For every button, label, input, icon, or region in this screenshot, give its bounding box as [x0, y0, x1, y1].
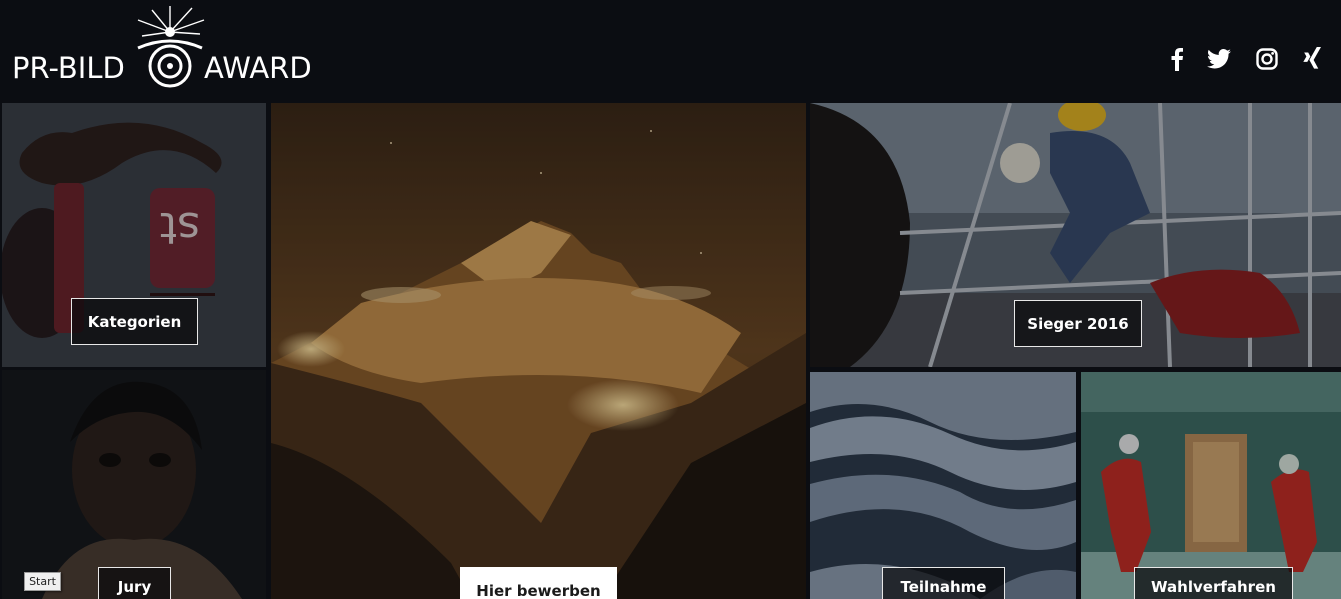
jury-button[interactable]: Jury	[98, 567, 171, 599]
hier-bewerben-button[interactable]: Hier bewerben	[460, 567, 617, 599]
teilnahme-overlay	[810, 372, 1076, 599]
teilnahme-button[interactable]: Teilnahme	[882, 567, 1005, 599]
logo-text-right: AWARD	[204, 51, 312, 85]
tile-jury[interactable]: Jury	[2, 370, 266, 599]
tile-teilnahme[interactable]: Teilnahme	[810, 372, 1076, 599]
tile-sieger-2016[interactable]: Sieger 2016	[810, 103, 1341, 367]
pr-bild-award-logo[interactable]: PR-BILD AWARD	[10, 4, 320, 94]
logo-text-left: PR-BILD	[12, 51, 125, 85]
sieger-2016-button[interactable]: Sieger 2016	[1014, 300, 1142, 347]
twitter-icon[interactable]	[1204, 44, 1234, 74]
instagram-icon[interactable]	[1252, 44, 1282, 74]
start-badge[interactable]: Start	[24, 572, 61, 591]
xing-icon[interactable]	[1296, 44, 1326, 74]
camera-flash-logo-icon	[137, 6, 205, 88]
wahlverfahren-overlay	[1081, 372, 1341, 599]
jury-overlay	[2, 370, 266, 599]
tile-hier-bewerben[interactable]: Hier bewerben	[271, 103, 806, 599]
mountain-overlay	[271, 103, 806, 599]
facebook-icon[interactable]	[1162, 44, 1192, 74]
site-header: PR-BILD AWARD	[0, 0, 1341, 103]
tile-kategorien[interactable]: st Kategorien	[2, 103, 266, 367]
wahlverfahren-button[interactable]: Wahlverfahren	[1134, 567, 1293, 599]
tile-wahlverfahren[interactable]: Wahlverfahren	[1081, 372, 1341, 599]
kategorien-button[interactable]: Kategorien	[71, 298, 198, 345]
